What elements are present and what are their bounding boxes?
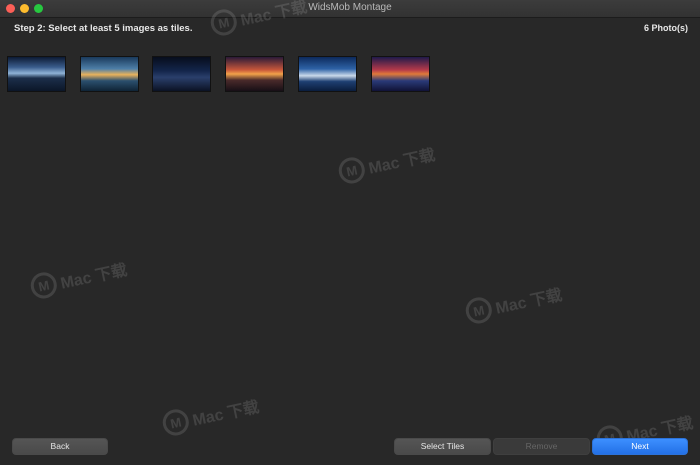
thumbnail-2[interactable] [80, 56, 139, 92]
watermark-icon [28, 270, 60, 301]
watermark-text: Mac 下载 [367, 146, 437, 178]
app-window: WidsMob Montage Step 2: Select at least … [0, 0, 700, 465]
thumbnail-4[interactable] [225, 56, 284, 92]
thumbnail-1[interactable] [7, 56, 66, 92]
watermark-text: Mac 下载 [59, 261, 129, 293]
watermark-logo: Mac 下载 [336, 140, 437, 186]
watermark-icon [160, 407, 192, 438]
watermark-text: Mac 下载 [494, 286, 564, 318]
select-tiles-button[interactable]: Select Tiles [394, 438, 491, 455]
watermark-icon [336, 155, 368, 186]
title-bar[interactable]: WidsMob Montage [0, 0, 700, 18]
step-instruction: Step 2: Select at least 5 images as tile… [14, 23, 193, 34]
watermark-icon [463, 295, 495, 326]
window-title: WidsMob Montage [308, 2, 392, 13]
watermark-text: Mac 下载 [191, 398, 261, 430]
remove-button[interactable]: Remove [493, 438, 590, 455]
next-button[interactable]: Next [592, 438, 688, 455]
watermark-logo: Mac 下载 [28, 255, 129, 301]
thumbnail-3[interactable] [152, 56, 211, 92]
watermark-logo: Mac 下载 [463, 280, 564, 326]
watermark-logo: Mac 下载 [160, 392, 261, 438]
back-button[interactable]: Back [12, 438, 108, 455]
thumbnail-5[interactable] [298, 56, 357, 92]
thumbnail-strip [7, 56, 437, 92]
thumbnail-6[interactable] [371, 56, 430, 92]
photo-count-label: 6 Photo(s) [644, 23, 688, 33]
